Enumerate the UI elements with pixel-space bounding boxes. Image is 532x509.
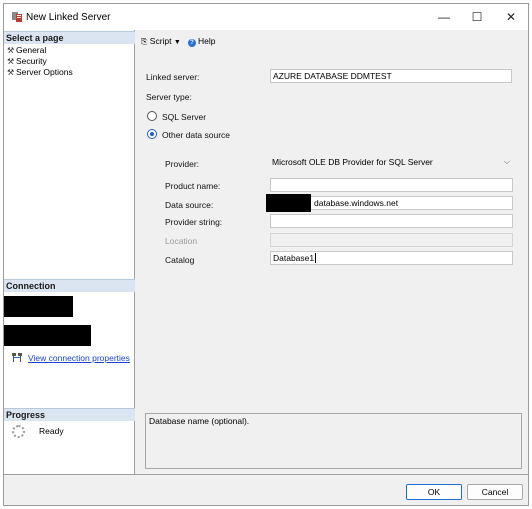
wrench-icon: ⚒: [7, 68, 15, 77]
provider-label: Provider:: [165, 159, 200, 169]
catalog-value: Database1: [273, 253, 315, 263]
redacted-server-name: [4, 296, 73, 317]
page-item-server-options[interactable]: ⚒ Server Options: [7, 67, 73, 78]
script-icon: ⎘: [141, 37, 148, 46]
description-box: Database name (optional).: [145, 413, 522, 469]
title-bar: New Linked Server — ☐ ✕: [4, 4, 528, 30]
select-page-header: Select a page: [4, 31, 135, 44]
progress-header: Progress: [4, 408, 135, 421]
connection-header: Connection: [4, 279, 135, 292]
connection-properties-icon: [12, 353, 22, 362]
chevron-down-icon[interactable]: ▼: [174, 39, 181, 46]
close-button[interactable]: ✕: [494, 4, 528, 30]
other-data-source-radio-label[interactable]: Other data source: [162, 130, 230, 140]
location-label: Location: [165, 236, 198, 246]
chevron-down-icon: ⌵: [503, 157, 510, 166]
server-type-label: Server type:: [146, 92, 192, 102]
general-page: Linked server: AZURE DATABASE DDMTEST Se…: [136, 50, 528, 474]
product-name-label: Product name:: [165, 181, 221, 191]
page-item-label: Security: [16, 56, 47, 66]
provider-string-input[interactable]: [270, 214, 513, 228]
linked-server-icon: [12, 12, 22, 22]
new-linked-server-dialog: New Linked Server — ☐ ✕ Select a page ⚒ G…: [3, 3, 529, 506]
page-item-security[interactable]: ⚒ Security: [7, 56, 47, 67]
provider-select[interactable]: Microsoft OLE DB Provider for SQL Server…: [270, 155, 513, 169]
linked-server-label: Linked server:: [146, 72, 200, 82]
window-title: New Linked Server: [26, 12, 111, 23]
linked-server-input[interactable]: AZURE DATABASE DDMTEST: [270, 69, 512, 83]
provider-select-value: Microsoft OLE DB Provider for SQL Server: [272, 157, 433, 167]
redacted-user-name: [4, 325, 91, 346]
catalog-input[interactable]: Database1: [270, 251, 513, 265]
wrench-icon: ⚒: [7, 57, 15, 66]
progress-status: Ready: [39, 426, 64, 436]
page-item-label: General: [16, 45, 47, 55]
script-button[interactable]: ⎘ Script ▼: [141, 36, 181, 47]
text-caret: [315, 253, 317, 263]
wrench-icon: ⚒: [7, 46, 15, 55]
redacted-data-source-prefix: [266, 194, 311, 212]
help-button[interactable]: ? Help: [188, 36, 215, 47]
sql-server-radio[interactable]: [147, 111, 157, 121]
other-data-source-radio[interactable]: [147, 129, 157, 139]
location-input: [270, 233, 513, 247]
minimize-button[interactable]: —: [427, 4, 461, 30]
cancel-button[interactable]: Cancel: [467, 484, 523, 500]
ok-button[interactable]: OK: [406, 484, 462, 500]
left-pane: Select a page ⚒ General ⚒ Security ⚒ Server…: [4, 30, 135, 474]
view-connection-properties-link[interactable]: View connection properties: [28, 353, 130, 363]
button-bar: OK Cancel: [4, 474, 528, 505]
page-item-label: Server Options: [16, 67, 73, 77]
script-label: Script: [149, 36, 172, 46]
catalog-label: Catalog: [165, 255, 195, 265]
progress-spinner-icon: [12, 425, 25, 438]
provider-string-label: Provider string:: [165, 217, 223, 227]
maximize-button[interactable]: ☐: [460, 4, 494, 30]
product-name-input[interactable]: [270, 178, 513, 192]
description-text: Database name (optional).: [149, 416, 250, 426]
help-label: Help: [198, 36, 216, 46]
toolbar: ⎘ Script ▼ ? Help: [136, 30, 528, 50]
sql-server-radio-label[interactable]: SQL Server: [162, 112, 206, 122]
help-icon: ?: [188, 39, 196, 47]
data-source-label: Data source:: [165, 200, 214, 210]
page-item-general[interactable]: ⚒ General: [7, 45, 46, 56]
